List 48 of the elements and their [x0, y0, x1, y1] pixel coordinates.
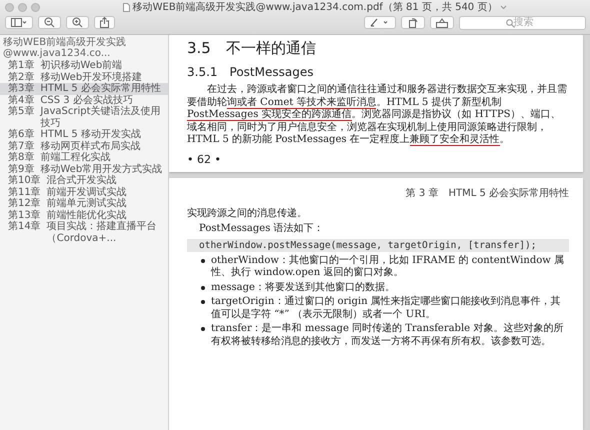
page-number: • 62 • — [187, 152, 222, 166]
section-heading: 3.5 不一样的通信 — [187, 39, 317, 58]
window-title: 移动WEB前端高级开发实践@www.java1234.com.pdf（第 81 页，共 540 页） — [132, 0, 498, 14]
bullet-icon — [201, 286, 205, 290]
chapter-item[interactable]: 第1章 初识移动Web前端 — [0, 60, 168, 72]
chapter-item[interactable]: 第7章 移动网页样式布局实战 — [0, 140, 168, 152]
search-field[interactable]: 搜索 — [459, 16, 586, 30]
document-icon — [122, 2, 130, 12]
bullet-text: message：将要发送到其他窗口的数据。 — [211, 282, 395, 294]
body-paragraph: 在过去，跨源或者窗口之间的通信往往通过和服务器进行数据交互来实现，并且需要借助轮询或者 Comet 等技术来监听消息。HTML 5 提供了新型机制 PostMessages 实现安全的跨源通信。浏览器同源是指协议（如 HTTPS）、端口、域名相同，同时为了用户信息安全，浏览器在实现机制上使用同源策略进行限制，HTML 5 的新功能 PostMessages 在一定程度上兼顾了安全和灵活性。 — [187, 84, 568, 146]
chapter-item[interactable]: 第6章 HTML 5 移动开发实战 — [0, 129, 168, 140]
rotate-button[interactable] — [401, 16, 425, 29]
sidebar-toggle-button[interactable] — [5, 16, 33, 29]
search-icon — [506, 18, 515, 28]
chapter-item[interactable]: 第3章 HTML 5 必会实际常用特性 — [0, 83, 168, 94]
bullet-icon — [201, 327, 205, 331]
running-header: 第 3 章 HTML 5 必会实际常用特性 — [404, 186, 569, 200]
toolbox-button[interactable] — [430, 16, 454, 29]
chapter-item[interactable]: 第4章 CSS 3 必会实战技巧 — [0, 94, 168, 106]
document-name[interactable]: 移动WEB前端高级开发实践@www.java1234.co... — [0, 37, 168, 60]
body-paragraph: 实现跨源之间的消息传递。 — [187, 208, 308, 220]
sidebar-icon — [11, 18, 27, 27]
bullet-icon — [201, 258, 205, 262]
zoom-in-icon — [72, 17, 83, 28]
zoom-in-button[interactable] — [66, 16, 89, 29]
share-icon — [100, 17, 109, 28]
chapter-item[interactable]: 第9章 移动Web常用开发方式实战 — [0, 164, 168, 175]
share-button[interactable] — [94, 16, 115, 29]
chapter-item[interactable]: 第14章 项目实战：搭建直播平台（Cordova+... — [0, 221, 168, 244]
body-paragraph: PostMessages 语法如下： — [198, 223, 325, 236]
markup-pen-button[interactable] — [364, 16, 396, 29]
toolbox-icon — [436, 18, 448, 28]
pen-icon — [370, 18, 390, 27]
bullet-text: transfer：是一串和 message 同时传递的 Transferable 对象。这些对象的所有权将被转移给消息的接收方，而发送一方将不再保有所有权。该参数可选。 — [211, 323, 564, 348]
zoom-out-button[interactable] — [38, 16, 61, 29]
bullet-text: targetOrigin：通过窗口的 origin 属性来指定哪些窗口能接收到消息事件，其值可以是字符 “*” （表示无限制）或者一个 URI。 — [211, 296, 562, 321]
chapter-item[interactable]: 第2章 移动Web开发环境搭建 — [0, 72, 168, 83]
bullet-text: otherWindow：其他窗口的一个引用，比如 IFRAME 的 contentWindow 属性、执行 window.open 返回的窗口对象。 — [211, 254, 565, 280]
subsection-heading: 3.5.1 PostMessages — [187, 64, 314, 81]
rotate-icon — [407, 17, 419, 28]
chapter-item[interactable]: 第12章 前端单元测试实战 — [0, 198, 168, 210]
chapter-item[interactable]: 第8章 前端工程化实战 — [0, 152, 168, 164]
zoom-out-icon — [44, 17, 55, 28]
chapter-item[interactable]: 第13章 前端性能优化实战 — [0, 210, 168, 221]
chapter-item[interactable]: 第10章 混合式开发实战 — [0, 175, 168, 186]
bullet-icon — [201, 300, 205, 304]
chapter-item[interactable]: 第5章 JavaScript关键语法及使用技巧 — [0, 106, 168, 129]
chapter-item[interactable]: 第11章 前端开发调试实战 — [0, 186, 168, 198]
